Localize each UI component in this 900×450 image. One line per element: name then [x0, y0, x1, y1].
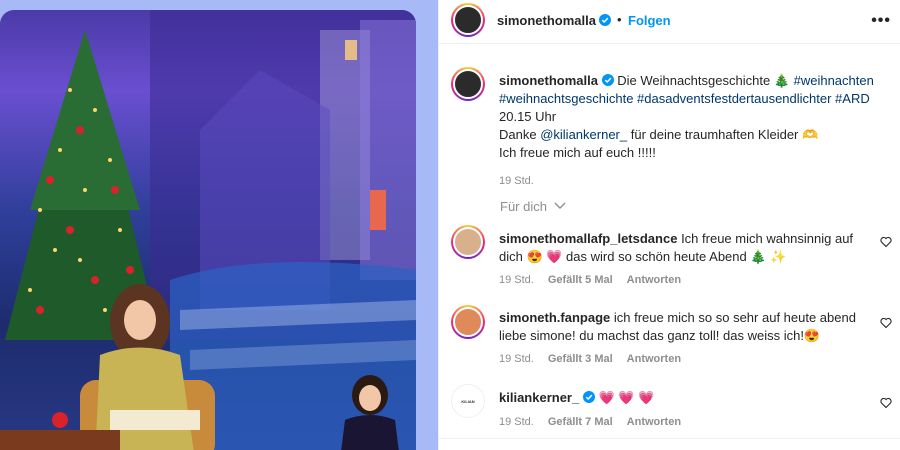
comment-item: kiliankerner_ 💗 💗 💗 19 Std. Gefällt 7 Mal… [499, 389, 879, 431]
comment-text-continued: dich 😍 💗 das wird so schön heute Abend 🎄… [499, 249, 787, 264]
reply-button[interactable]: Antworten [627, 353, 681, 365]
post-caption: simonethomalla Die Weihnachtsgeschichte … [499, 72, 891, 190]
comment-age[interactable]: 19 Std. [499, 416, 534, 428]
comment-age[interactable]: 19 Std. [499, 274, 534, 286]
post-photo[interactable] [0, 10, 416, 450]
heart-icon[interactable] [880, 397, 892, 409]
reply-button[interactable]: Antworten [627, 274, 681, 286]
comment-likes[interactable]: Gefällt 3 Mal [548, 353, 613, 365]
for-you-toggle[interactable]: Für dich [500, 199, 566, 214]
comment-meta: 19 Std. Gefällt 5 Mal Antworten [499, 271, 879, 289]
avatar-image [453, 307, 483, 337]
commenter-avatar[interactable] [451, 225, 485, 259]
author-username[interactable]: simonethomalla [497, 13, 596, 28]
post-header: simonethomalla • Folgen ••• [439, 0, 900, 44]
avatar-image [453, 69, 483, 99]
heart-icon[interactable] [880, 317, 892, 329]
avatar-image [453, 5, 483, 35]
caption-username[interactable]: simonethomalla [499, 73, 598, 88]
instagram-post-view: simonethomalla • Folgen ••• simonethomal… [0, 0, 900, 450]
caption-closing: Ich freue mich auf euch !!!!! [499, 145, 656, 160]
hashtag-link[interactable]: #weihnachten [794, 73, 874, 88]
comments-divider [439, 438, 900, 450]
comment-meta: 19 Std. Gefällt 3 Mal Antworten [499, 350, 879, 368]
caption-title: Die Weihnachtsgeschichte 🎄 [617, 73, 790, 88]
comment-meta: 19 Std. Gefällt 7 Mal Antworten [499, 413, 879, 431]
comment-text-continued: liebe simone! du machst das ganz toll! d… [499, 328, 821, 343]
follow-button[interactable]: Folgen [628, 13, 671, 28]
caption-age[interactable]: 19 Std. [499, 172, 891, 190]
commenter-avatar[interactable]: KILIAN KERNER [451, 384, 485, 418]
caption-thanks-suffix: für deine traumhaften Kleider 🫶 [627, 127, 819, 142]
verified-badge-icon [582, 391, 595, 403]
comment-username[interactable]: simonethomallafp_letsdance [499, 231, 677, 246]
comment-likes[interactable]: Gefällt 7 Mal [548, 416, 613, 428]
comment-username[interactable]: kiliankerner_ [499, 390, 579, 405]
verified-badge-icon [599, 14, 611, 26]
post-details-panel: simonethomalla • Folgen ••• simonethomal… [438, 0, 900, 450]
caption-time: 20.15 Uhr [499, 109, 557, 124]
header-separator: • [617, 12, 622, 27]
hashtag-links[interactable]: #weihnachtsgeschichte #dasadventsfestder… [499, 90, 891, 108]
heart-icon[interactable] [880, 236, 892, 248]
avatar-image [453, 227, 483, 257]
verified-badge-icon [601, 74, 614, 86]
comment-username[interactable]: simoneth.fanpage [499, 310, 610, 325]
comment-likes[interactable]: Gefällt 5 Mal [548, 274, 613, 286]
comment-age[interactable]: 19 Std. [499, 353, 534, 365]
caption-author-avatar[interactable] [451, 67, 485, 101]
for-you-label: Für dich [500, 199, 547, 214]
comment-text: Ich freue mich wahnsinnig auf [677, 231, 854, 246]
comment-text: ich freue mich so so sehr auf heute aben… [610, 310, 856, 325]
avatar-logo: KILIAN KERNER [454, 387, 482, 415]
photo-illustration [0, 10, 416, 450]
caption-thanks-prefix: Danke [499, 127, 541, 142]
commenter-avatar[interactable] [451, 305, 485, 339]
reply-button[interactable]: Antworten [627, 416, 681, 428]
mention-link[interactable]: @kiliankerner_ [540, 127, 627, 142]
author-avatar[interactable] [451, 3, 485, 37]
more-options-icon[interactable]: ••• [871, 12, 891, 30]
post-media-area [0, 0, 438, 450]
comment-item: simoneth.fanpage ich freue mich so so se… [499, 309, 879, 368]
chevron-down-icon [554, 202, 566, 209]
comment-item: simonethomallafp_letsdance Ich freue mic… [499, 230, 879, 289]
comment-text: 💗 💗 💗 [594, 390, 655, 405]
